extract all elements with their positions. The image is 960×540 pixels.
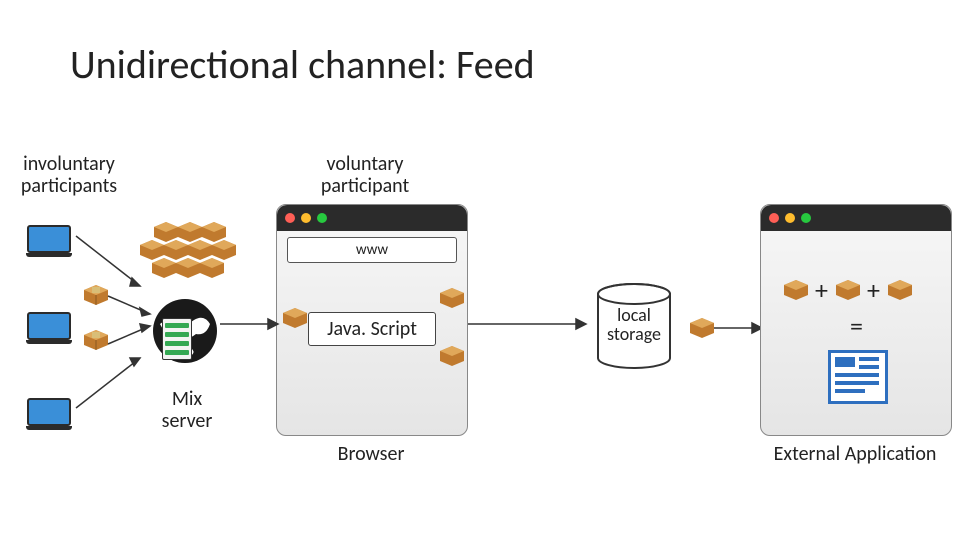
page-title: Unidirectional channel: Feed xyxy=(70,40,535,89)
arrow-icon xyxy=(220,316,280,332)
mix-server-label: Mix server xyxy=(142,388,232,432)
equals-symbol: = xyxy=(850,310,863,342)
external-application-label: External Application xyxy=(760,443,950,465)
window-titlebar xyxy=(277,205,467,231)
package-icon xyxy=(690,318,714,338)
arrow-icon xyxy=(70,348,150,418)
laptop-icon xyxy=(26,225,72,255)
arrow-icon xyxy=(70,226,150,296)
package-icon xyxy=(784,280,808,300)
server-list-icon xyxy=(162,318,192,360)
package-icon xyxy=(283,308,307,328)
maximize-icon xyxy=(801,213,811,223)
voluntary-participant-label: voluntary participant xyxy=(300,153,430,197)
browser-label: Browser xyxy=(306,443,436,465)
laptop-icon xyxy=(26,398,72,428)
address-bar: www xyxy=(287,237,457,263)
package-icon xyxy=(440,346,464,366)
arrow-icon xyxy=(714,320,764,336)
maximize-icon xyxy=(317,213,327,223)
minimize-icon xyxy=(301,213,311,223)
arrow-icon xyxy=(106,320,156,350)
laptop-icon xyxy=(26,312,72,342)
arrow-icon xyxy=(106,290,156,320)
plus-symbol: + xyxy=(815,274,828,306)
arrow-icon xyxy=(468,316,588,332)
package-icon xyxy=(888,280,912,300)
package-pile xyxy=(140,218,240,288)
plus-symbol: + xyxy=(867,274,880,306)
close-icon xyxy=(769,213,779,223)
window-titlebar xyxy=(761,205,951,231)
close-icon xyxy=(285,213,295,223)
local-storage-label: local storage xyxy=(594,306,674,344)
minimize-icon xyxy=(785,213,795,223)
javascript-box: Java. Script xyxy=(308,312,436,346)
package-icon xyxy=(84,330,108,350)
document-icon xyxy=(828,350,888,404)
package-icon xyxy=(440,288,464,308)
package-icon xyxy=(836,280,860,300)
involuntary-participants-label: involuntary participants xyxy=(14,153,124,197)
